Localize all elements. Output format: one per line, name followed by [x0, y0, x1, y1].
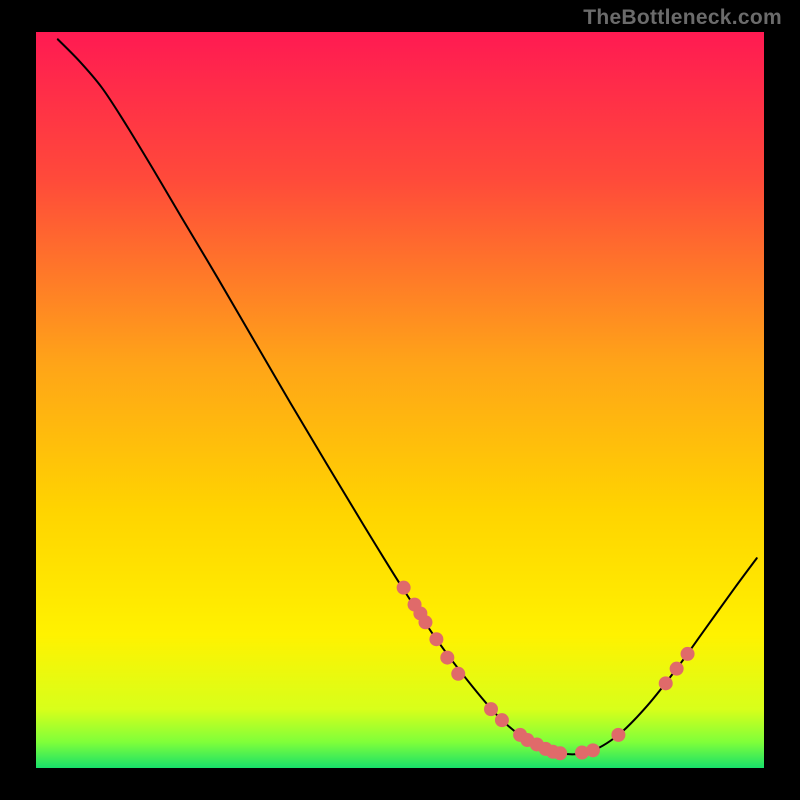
marker-point [681, 647, 695, 661]
chart-svg [0, 0, 800, 800]
chart-background [36, 32, 764, 768]
marker-point [586, 743, 600, 757]
marker-point [670, 662, 684, 676]
marker-point [553, 746, 567, 760]
marker-point [429, 632, 443, 646]
watermark-label: TheBottleneck.com [583, 6, 782, 30]
marker-point [397, 581, 411, 595]
marker-point [418, 615, 432, 629]
marker-point [484, 702, 498, 716]
marker-point [659, 676, 673, 690]
chart-container: TheBottleneck.com [0, 0, 800, 800]
marker-point [611, 728, 625, 742]
marker-point [451, 667, 465, 681]
marker-point [495, 713, 509, 727]
marker-point [440, 651, 454, 665]
